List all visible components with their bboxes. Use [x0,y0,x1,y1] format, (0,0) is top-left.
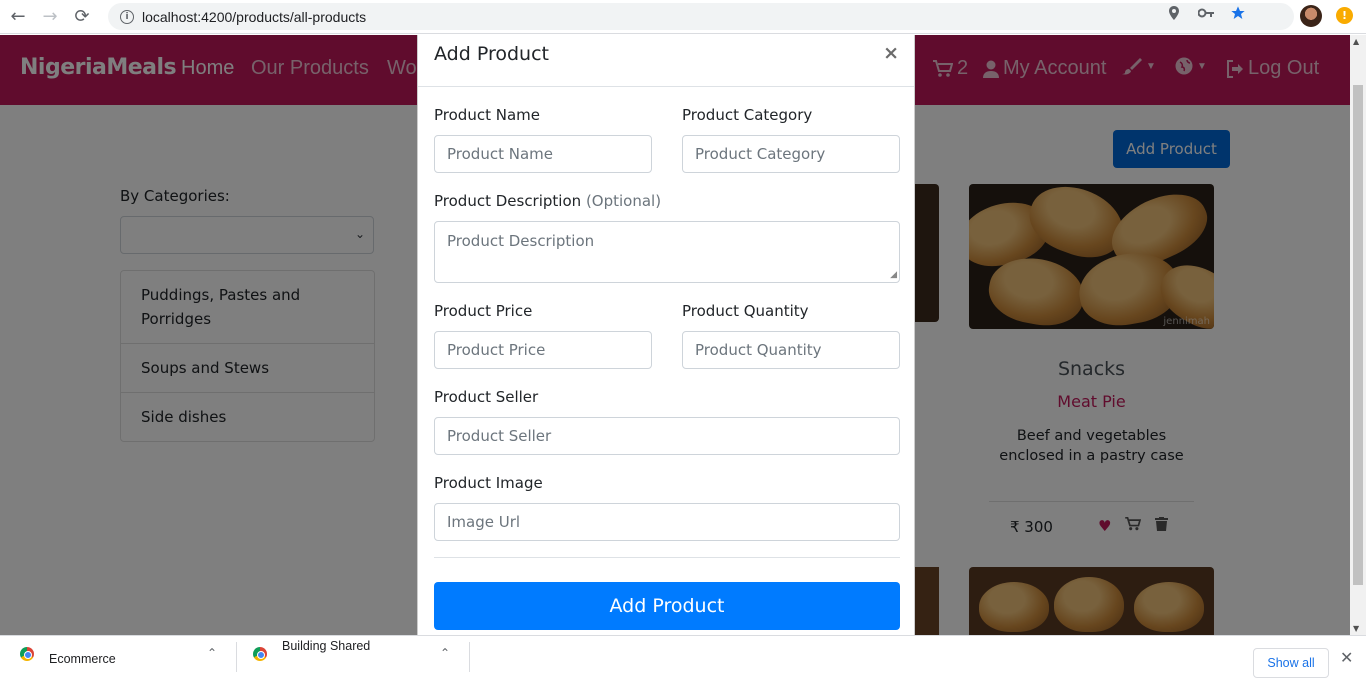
download-item[interactable]: Building Shared [253,636,370,671]
url-text: localhost:4200/products/all-products [142,8,367,25]
scrollbar-thumb[interactable] [1353,85,1363,585]
submit-add-product-button[interactable]: Add Product [434,582,900,630]
modal-divider [434,557,900,558]
page-viewport: NigeriaMeals Home Our Products Wo 2 My A… [0,35,1366,635]
profile-avatar[interactable] [1300,5,1322,27]
product-name-label: Product Name [434,106,540,124]
product-quantity-label: Product Quantity [682,302,809,320]
download-shelf: Ecommerce ⌃ Building Shared ⌃ Show all ✕ [0,635,1366,678]
description-placeholder: Product Description [447,232,595,250]
forward-icon[interactable]: → [36,3,64,31]
download-name: Ecommerce [49,651,116,666]
page-scrollbar[interactable]: ▲ ▼ [1350,35,1366,635]
modal-header: Add Product × [418,35,914,87]
close-icon[interactable]: ✕ [1340,648,1353,667]
product-image-label: Product Image [434,474,543,492]
product-price-input[interactable]: Product Price [434,331,652,369]
add-product-modal: Add Product × Product Name Product Name … [417,35,915,635]
bookmark-star-icon[interactable] [1230,5,1246,21]
product-description-textarea[interactable]: Product Description ◢ [434,221,900,283]
image-url-input[interactable]: Image Url [434,503,900,541]
product-description-label: Product Description (Optional) [434,192,661,210]
key-icon[interactable] [1198,5,1214,21]
optional-hint: (Optional) [585,192,662,210]
site-info-icon[interactable]: i [120,9,134,24]
address-bar[interactable]: i localhost:4200/products/all-products [108,3,1294,30]
product-seller-input[interactable]: Product Seller [434,417,900,455]
chevron-up-icon[interactable]: ⌃ [207,646,217,660]
description-label-text: Product Description [434,192,582,210]
download-name: Building Shared [282,638,371,653]
product-seller-label: Product Seller [434,388,539,406]
show-all-downloads-button[interactable]: Show all [1253,648,1329,678]
product-quantity-input[interactable]: Product Quantity [682,331,900,369]
chevron-up-icon[interactable]: ⌃ [440,646,450,660]
product-price-label: Product Price [434,302,533,320]
update-alert-icon[interactable]: ! [1336,7,1353,24]
product-category-label: Product Category [682,106,813,124]
chrome-icon [253,646,267,661]
chrome-icon [20,646,34,661]
back-icon[interactable]: ← [4,3,32,31]
resize-handle-icon[interactable]: ◢ [890,270,897,280]
reload-icon[interactable]: ⟳ [68,3,96,31]
browser-toolbar: ← → ⟳ i localhost:4200/products/all-prod… [0,0,1366,34]
modal-title: Add Product [434,43,549,65]
product-category-input[interactable]: Product Category [682,135,900,173]
location-icon[interactable] [1166,5,1182,21]
close-icon[interactable]: × [883,42,899,64]
download-item[interactable]: Ecommerce [20,636,116,671]
product-name-input[interactable]: Product Name [434,135,652,173]
